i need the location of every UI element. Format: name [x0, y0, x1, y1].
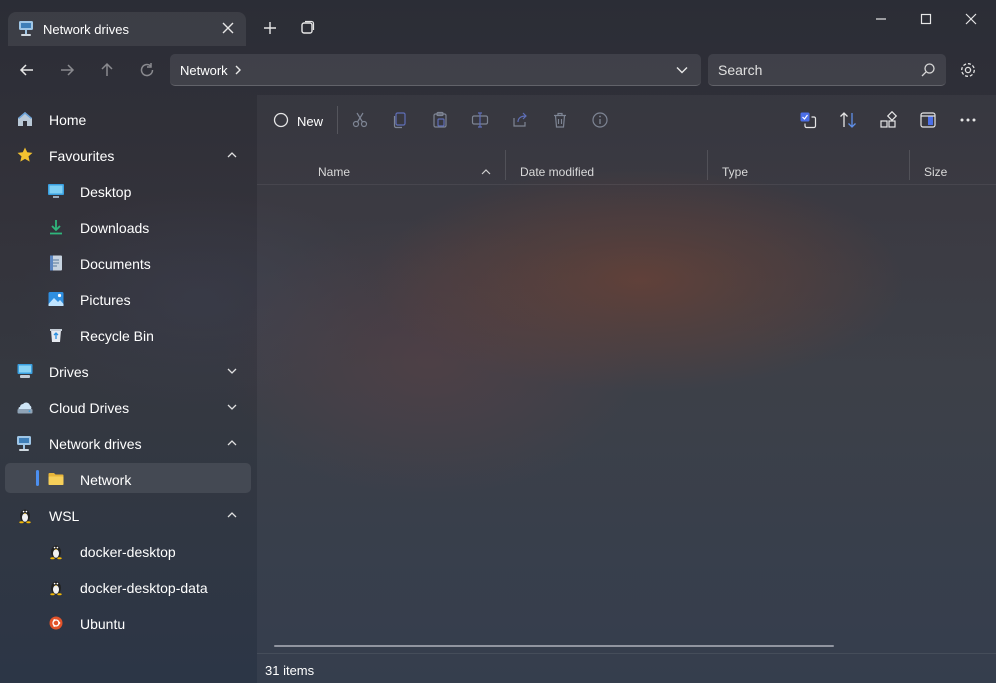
new-plus-circle-icon[interactable]	[273, 112, 289, 128]
chevron-up-icon[interactable]	[226, 437, 238, 449]
tab-close-icon[interactable]	[220, 20, 236, 36]
column-header-type[interactable]: Type	[722, 165, 748, 179]
toolbar-divider	[337, 106, 338, 134]
download-icon	[47, 218, 65, 236]
group-icon[interactable]	[879, 111, 897, 129]
pictures-icon	[47, 290, 65, 308]
network-drive-icon	[18, 19, 36, 37]
selection-options-icon[interactable]	[799, 111, 817, 129]
more-options-icon[interactable]	[959, 111, 977, 129]
chevron-up-icon[interactable]	[226, 149, 238, 161]
refresh-icon[interactable]	[137, 60, 157, 80]
column-separator[interactable]	[505, 150, 506, 180]
settings-gear-icon[interactable]	[959, 61, 977, 79]
linux-icon	[47, 542, 65, 560]
copy-icon[interactable]	[391, 111, 409, 129]
forward-arrow-icon[interactable]	[57, 60, 77, 80]
sidebar-item-label: Pictures	[80, 292, 131, 308]
tab-title: Network drives	[43, 22, 129, 37]
layout-icon[interactable]	[919, 111, 937, 129]
horizontal-scrollbar[interactable]	[274, 645, 834, 647]
sidebar-item-label: Documents	[80, 256, 151, 272]
chevron-down-icon[interactable]	[226, 401, 238, 413]
back-arrow-icon[interactable]	[17, 60, 37, 80]
network-drive-icon	[16, 434, 34, 452]
search-icon[interactable]	[920, 62, 936, 78]
maximize-icon[interactable]	[917, 10, 935, 28]
column-header-size[interactable]: Size	[924, 165, 947, 179]
minimize-icon[interactable]	[872, 10, 890, 28]
sort-icon[interactable]	[839, 111, 857, 129]
desktop-icon	[47, 182, 65, 200]
cut-icon[interactable]	[351, 111, 369, 129]
linux-icon	[47, 578, 65, 596]
recycle-bin-icon	[47, 326, 65, 344]
sidebar-item-label: Favourites	[49, 148, 115, 164]
linux-icon	[16, 506, 34, 524]
address-dropdown-icon[interactable]	[675, 63, 689, 77]
share-icon[interactable]	[511, 111, 529, 129]
sidebar-item-label: Cloud Drives	[49, 400, 130, 416]
sidebar-item-label: Ubuntu	[80, 616, 126, 632]
breadcrumb-network[interactable]: Network	[180, 63, 228, 78]
status-item-count: 31 items	[265, 663, 315, 678]
ubuntu-icon	[47, 614, 65, 632]
tab-actions-icon[interactable]	[299, 20, 315, 36]
address-bar[interactable]	[170, 54, 701, 86]
up-arrow-icon[interactable]	[97, 60, 117, 80]
chevron-up-icon[interactable]	[226, 509, 238, 521]
sidebar-item-label: Recycle Bin	[80, 328, 154, 344]
new-tab-icon[interactable]	[262, 20, 278, 36]
sidebar-item-label: WSL	[49, 508, 80, 524]
home-icon	[16, 110, 34, 128]
column-separator[interactable]	[909, 150, 910, 180]
window-close-icon[interactable]	[962, 10, 980, 28]
sidebar-item-label: Drives	[49, 364, 89, 380]
paste-icon[interactable]	[431, 111, 449, 129]
sidebar-item-label: Home	[49, 112, 87, 128]
column-header-name[interactable]: Name	[318, 165, 350, 179]
sort-ascending-chevron-icon[interactable]	[480, 166, 492, 178]
sidebar-item-label: Desktop	[80, 184, 132, 200]
sidebar-item-favourites[interactable]	[5, 140, 251, 170]
properties-icon[interactable]	[591, 111, 609, 129]
sidebar-item-label: docker-desktop-data	[80, 580, 208, 596]
sidebar-item-home[interactable]	[5, 104, 251, 134]
search-input[interactable]	[718, 61, 908, 79]
folder-icon	[47, 470, 65, 488]
sidebar-item-label: Network drives	[49, 436, 142, 452]
selection-indicator	[36, 470, 39, 486]
column-header-date-modified[interactable]: Date modified	[520, 165, 594, 179]
rename-icon[interactable]	[471, 111, 489, 129]
sidebar-item-label: Network	[80, 472, 132, 488]
document-icon	[47, 254, 65, 272]
cloud-drive-icon	[16, 398, 34, 416]
sidebar-item-label: docker-desktop	[80, 544, 176, 560]
header-divider	[257, 184, 996, 185]
breadcrumb-chevron-icon[interactable]	[232, 64, 244, 76]
sidebar-item-drives[interactable]	[5, 356, 251, 386]
sidebar-item-ubuntu[interactable]	[5, 608, 251, 638]
new-button[interactable]: New	[297, 114, 323, 129]
column-separator[interactable]	[707, 150, 708, 180]
status-divider	[257, 653, 996, 654]
drive-icon	[16, 362, 34, 380]
sidebar-item-label: Downloads	[80, 220, 150, 236]
sidebar-item-wsl[interactable]	[5, 500, 251, 530]
chevron-down-icon[interactable]	[226, 365, 238, 377]
star-icon	[16, 146, 34, 164]
delete-icon[interactable]	[551, 111, 569, 129]
